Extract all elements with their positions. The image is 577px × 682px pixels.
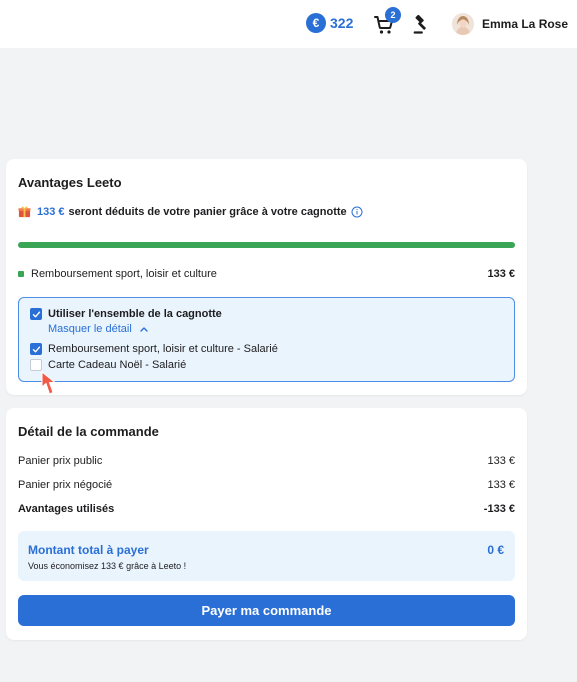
benefits-card: Avantages Leeto 133 € seront déduits de …: [6, 159, 527, 395]
mouse-cursor-icon: [41, 370, 57, 395]
order-row: Avantages utilisés -133 €: [18, 503, 515, 515]
savings-summary: 133 € seront déduits de votre panier grâ…: [18, 205, 363, 218]
toggle-details-label: Masquer le détail: [48, 323, 132, 335]
order-row: Panier prix public 133 €: [18, 455, 515, 467]
gift-icon: [18, 206, 31, 218]
legend-amount: 133 €: [487, 268, 515, 280]
use-all-checkbox-row[interactable]: Utiliser l'ensemble de la cagnotte: [30, 308, 222, 320]
balance-value: 322: [330, 15, 354, 31]
cart-count-badge: 2: [385, 7, 401, 23]
chevron-up-icon: [140, 327, 148, 332]
order-detail-card: Détail de la commande Panier prix public…: [6, 408, 527, 640]
order-row-value: 133 €: [487, 479, 515, 491]
benefit-progress-fill: [18, 242, 515, 248]
user-avatar[interactable]: [452, 13, 474, 35]
benefit-item-label: Remboursement sport, loisir et culture -…: [48, 343, 278, 355]
user-name[interactable]: Emma La Rose: [482, 17, 568, 31]
savings-text: seront déduits de votre panier grâce à v…: [68, 205, 347, 218]
auction-gavel-icon[interactable]: [410, 14, 432, 36]
legend-label: Remboursement sport, loisir et culture: [31, 268, 217, 280]
total-label: Montant total à payer: [28, 543, 149, 557]
use-all-label: Utiliser l'ensemble de la cagnotte: [48, 308, 222, 320]
total-savings-note: Vous économisez 133 € grâce à Leeto !: [28, 561, 187, 571]
euro-icon: €: [306, 13, 326, 33]
check-icon: [32, 346, 40, 352]
order-row-label: Panier prix négocié: [18, 479, 113, 491]
savings-amount: 133 €: [37, 205, 65, 218]
order-row-label: Avantages utilisés: [18, 503, 115, 515]
pay-order-button[interactable]: Payer ma commande: [18, 595, 515, 626]
wallet-balance[interactable]: € 322: [306, 13, 353, 33]
toggle-details-link[interactable]: Masquer le détail: [48, 323, 148, 335]
benefit-item-checkbox[interactable]: [30, 343, 42, 355]
benefits-title: Avantages Leeto: [18, 175, 122, 190]
order-row-value: 133 €: [487, 455, 515, 467]
top-bar: € 322 2 Emma La Rose: [0, 0, 577, 48]
total-value: 0 €: [487, 543, 504, 557]
info-icon[interactable]: [351, 206, 363, 218]
total-panel: Montant total à payer 0 € Vous économise…: [18, 531, 515, 581]
order-title: Détail de la commande: [18, 424, 159, 439]
use-all-checkbox[interactable]: [30, 308, 42, 320]
benefit-selector-panel: Utiliser l'ensemble de la cagnotte Masqu…: [18, 297, 515, 382]
legend-dot: [18, 271, 24, 277]
benefit-item-row[interactable]: Remboursement sport, loisir et culture -…: [30, 343, 278, 355]
order-row-value: -133 €: [483, 503, 515, 515]
order-row: Panier prix négocié 133 €: [18, 479, 515, 491]
benefit-progress-bar: [18, 242, 515, 248]
order-row-label: Panier prix public: [18, 455, 103, 467]
benefit-item-label: Carte Cadeau Noël - Salarié: [48, 359, 187, 371]
benefit-legend-item: Remboursement sport, loisir et culture 1…: [18, 268, 515, 280]
avatar-portrait-icon: [452, 13, 474, 35]
check-icon: [32, 311, 40, 317]
